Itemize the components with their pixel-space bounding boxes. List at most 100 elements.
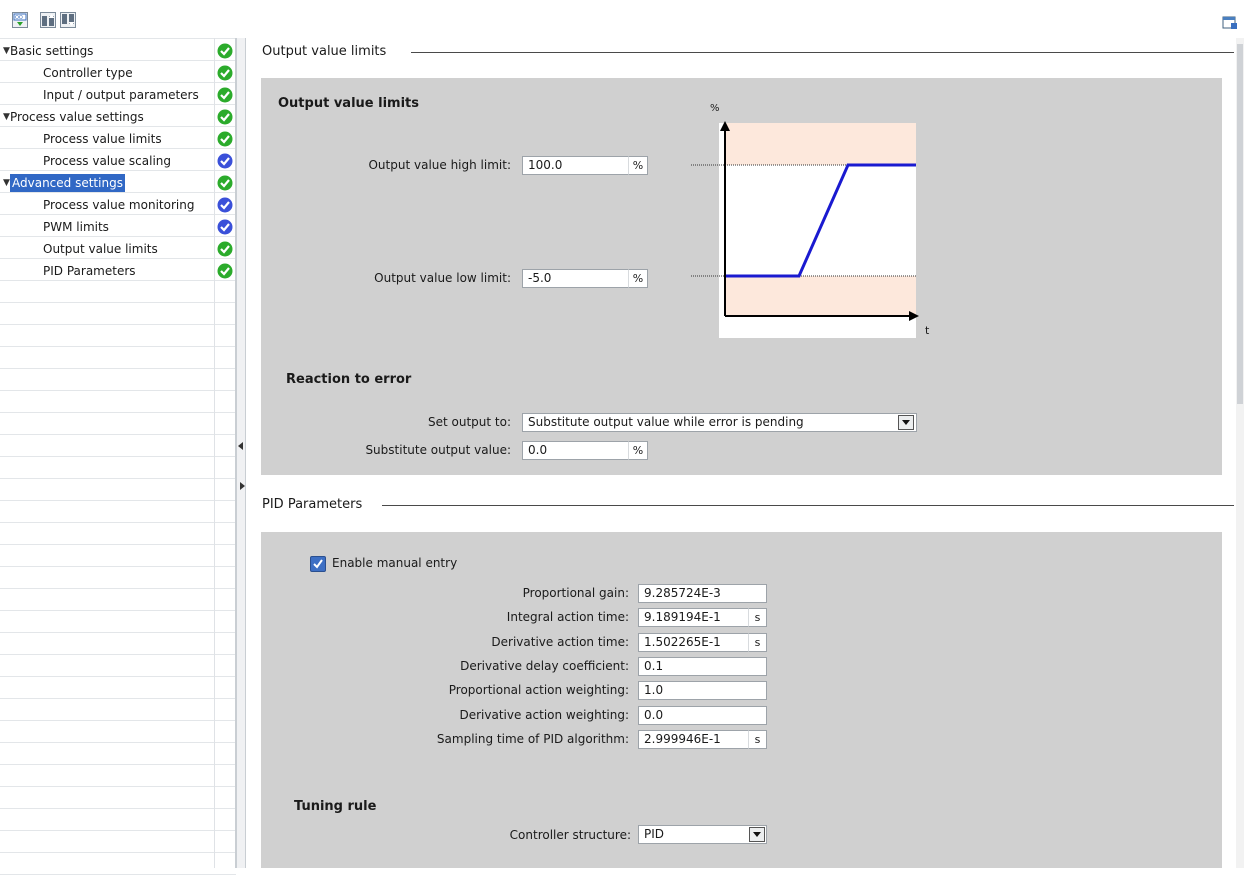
functional-view-icon[interactable]: OO [12, 12, 28, 28]
status-ok-icon [217, 109, 233, 125]
scrollbar-thumb[interactable] [1237, 44, 1243, 404]
enable-manual-checkbox[interactable] [310, 556, 326, 572]
move-up-icon[interactable] [40, 12, 56, 28]
status-ok-icon [217, 241, 233, 257]
output-limits-diagram: % t [681, 98, 941, 338]
nav-item-process-value-settings[interactable]: ▼ Process value settings [0, 106, 214, 128]
reaction-to-error-heading: Reaction to error [286, 372, 412, 387]
nav-item-label: Basic settings [10, 44, 94, 58]
nav-item-input-output-parameters[interactable]: Input / output parameters [0, 84, 214, 106]
pid-field-input[interactable]: 1.0 [638, 681, 767, 700]
nav-grid-line [0, 808, 236, 809]
nav-grid-line [0, 764, 236, 765]
controller-structure-select[interactable]: PID [638, 825, 767, 844]
high-limit-input[interactable]: 100.0 [522, 156, 629, 175]
nav-item-process-value-scaling[interactable]: Process value scaling [0, 150, 214, 172]
nav-item-advanced-settings[interactable]: ▼ Advanced settings [0, 172, 214, 194]
nav-grid-line [0, 786, 236, 787]
lower-limit-band [725, 276, 916, 316]
collapse-left-icon[interactable] [238, 442, 243, 450]
nav-item-output-value-limits[interactable]: Output value limits [0, 238, 214, 260]
status-default-icon [217, 219, 233, 235]
nav-item-controller-type[interactable]: Controller type [0, 62, 214, 84]
substitute-output-label: Substitute output value: [365, 443, 511, 457]
pid-field-input[interactable]: 9.285724E-3 [638, 584, 767, 603]
pid-field-input[interactable]: 1.502265E-1 [638, 633, 749, 652]
toolbar: OO [0, 0, 1244, 38]
status-ok-icon [217, 175, 233, 191]
set-output-select[interactable]: Substitute output value while error is p… [522, 413, 917, 432]
pid-parameters-panel: Enable manual entry Proportional gain: 9.… [261, 532, 1222, 868]
nav-grid-line [0, 346, 236, 347]
nav-grid-line [0, 500, 236, 501]
expand-arrow-icon[interactable]: ▼ [3, 106, 10, 128]
nav-item-label: PWM limits [43, 220, 109, 234]
nav-grid-line [0, 742, 236, 743]
pid-field-label: Derivative delay coefficient: [460, 659, 629, 673]
nav-grid-line [0, 522, 236, 523]
nav-item-basic-settings[interactable]: ▼ Basic settings [0, 40, 214, 62]
nav-item-label: Process value scaling [43, 154, 172, 168]
expand-arrow-icon[interactable]: ▼ [3, 172, 10, 194]
upper-limit-band [725, 123, 916, 165]
nav-item-label: Process value settings [10, 110, 144, 124]
pid-field-unit: s [748, 730, 767, 749]
nav-item-label: Input / output parameters [43, 88, 199, 102]
output-limits-panel: Output value limits Output value high li… [261, 78, 1222, 475]
nav-item-label: Output value limits [43, 242, 158, 256]
nav-grid-line [0, 654, 236, 655]
nav-grid-line [0, 610, 236, 611]
nav-item-label: Process value limits [43, 132, 162, 146]
pid-field-input[interactable]: 0.1 [638, 657, 767, 676]
nav-grid-line [0, 38, 236, 39]
controller-structure-dropdown-icon[interactable] [749, 827, 765, 842]
checkmark-icon [313, 559, 323, 569]
pid-field-label: Derivative action time: [491, 635, 629, 649]
controller-structure-label: Controller structure: [509, 828, 631, 842]
expand-right-icon[interactable] [240, 482, 245, 490]
substitute-output-input[interactable]: 0.0 [522, 441, 629, 460]
vertical-scrollbar[interactable] [1236, 38, 1244, 868]
svg-text:OO: OO [15, 15, 23, 21]
enable-manual-label: Enable manual entry [332, 556, 458, 570]
pid-field-input[interactable]: 9.189194E-1 [638, 608, 749, 627]
status-ok-icon [217, 263, 233, 279]
y-axis-label: % [710, 103, 720, 114]
nav-grid-line [0, 720, 236, 721]
window-layout-icon[interactable] [1222, 14, 1238, 30]
nav-item-process-value-limits[interactable]: Process value limits [0, 128, 214, 150]
nav-grid-line [0, 478, 236, 479]
substitute-output-unit: % [628, 441, 648, 460]
pid-field-unit: s [748, 608, 767, 627]
output-limits-section-title: Output value limits [262, 44, 387, 59]
status-default-icon [217, 153, 233, 169]
nav-item-label: Process value monitoring [43, 198, 195, 212]
nav-grid-line [0, 412, 236, 413]
pid-field-input[interactable]: 2.999946E-1 [638, 730, 749, 749]
nav-grid-line [0, 324, 236, 325]
output-limits-heading: Output value limits [278, 96, 419, 111]
nav-item-pwm-limits[interactable]: PWM limits [0, 216, 214, 238]
pid-field-label: Derivative action weighting: [459, 708, 630, 722]
pid-field-label: Integral action time: [506, 610, 629, 624]
high-limit-label: Output value high limit: [368, 158, 511, 172]
set-output-label: Set output to: [427, 415, 511, 429]
splitter[interactable] [236, 38, 246, 868]
status-ok-icon [217, 87, 233, 103]
nav-grid-line [0, 456, 236, 457]
expand-arrow-icon[interactable]: ▼ [3, 40, 10, 62]
pid-field-label: Proportional gain: [522, 586, 629, 600]
tuning-rule-heading: Tuning rule [294, 799, 377, 814]
low-limit-input[interactable]: -5.0 [522, 269, 629, 288]
nav-grid-line [0, 390, 236, 391]
x-axis-label: t [925, 324, 930, 337]
nav-grid-line [0, 368, 236, 369]
set-output-dropdown-icon[interactable] [898, 415, 914, 430]
pid-field-input[interactable]: 0.0 [638, 706, 767, 725]
move-down-icon[interactable] [60, 12, 76, 28]
nav-item-process-value-monitoring[interactable]: Process value monitoring [0, 194, 214, 216]
nav-item-pid-parameters[interactable]: PID Parameters [0, 260, 214, 282]
pid-field-label: Proportional action weighting: [448, 683, 629, 697]
navigation-tree: ▼ Basic settings Controller type Input / ou… [0, 38, 236, 875]
pid-field-label: Sampling time of PID algorithm: [436, 732, 629, 746]
